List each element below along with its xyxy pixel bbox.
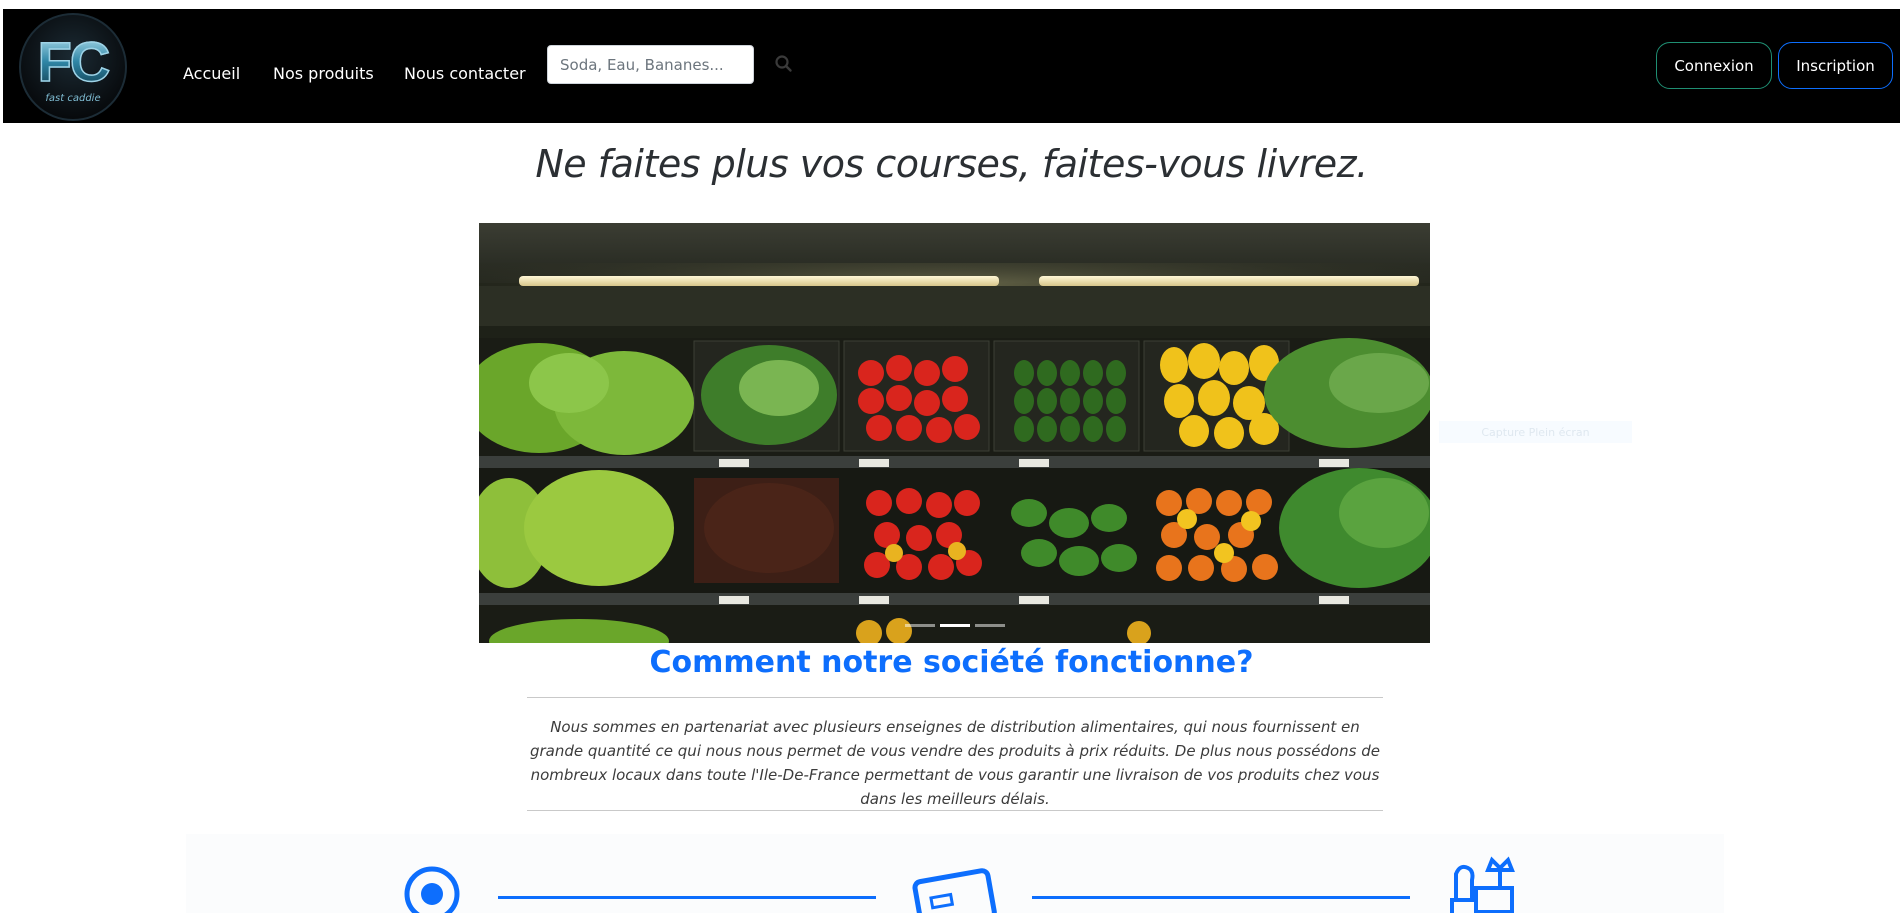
login-button[interactable]: Connexion [1656,42,1772,89]
signup-button[interactable]: Inscription [1778,42,1893,89]
steps-panel [186,834,1724,913]
delivery-store-icon [1448,854,1520,913]
nav-link-accueil[interactable]: Accueil [183,64,240,83]
divider-bottom [527,810,1383,811]
top-navbar: FC fast caddie Accueil Nos produits Nous… [3,9,1900,123]
search-icon[interactable] [773,53,795,75]
section-title: Comment notre société fonctionne? [649,645,1254,680]
divider-top [527,697,1383,698]
image-carousel[interactable] [479,223,1430,643]
search-input[interactable] [547,45,754,84]
step-connector-1 [498,896,876,899]
carousel-indicator-1[interactable] [905,624,935,627]
section-description: Nous sommes en partenariat avec plusieur… [529,718,1381,808]
produce-shelf-image [479,223,1430,643]
nav-link-nos-produits[interactable]: Nos produits [273,64,374,83]
location-pin-icon [402,862,462,913]
carousel-indicator-3[interactable] [975,624,1005,627]
fullscreen-capture-label[interactable]: Capture Plein écran [1439,421,1632,443]
hero-title: Ne faites plus vos courses, faites-vous … [535,142,1368,186]
credit-card-icon [904,862,1004,913]
nav-link-nous-contacter[interactable]: Nous contacter [404,64,526,83]
step-connector-2 [1032,896,1410,899]
carousel-indicators [905,624,1005,628]
logo-letters: FC [21,29,125,94]
carousel-indicator-2[interactable] [940,624,970,627]
brand-logo[interactable]: FC fast caddie [19,13,127,121]
logo-subtitle: fast caddie [45,93,101,104]
